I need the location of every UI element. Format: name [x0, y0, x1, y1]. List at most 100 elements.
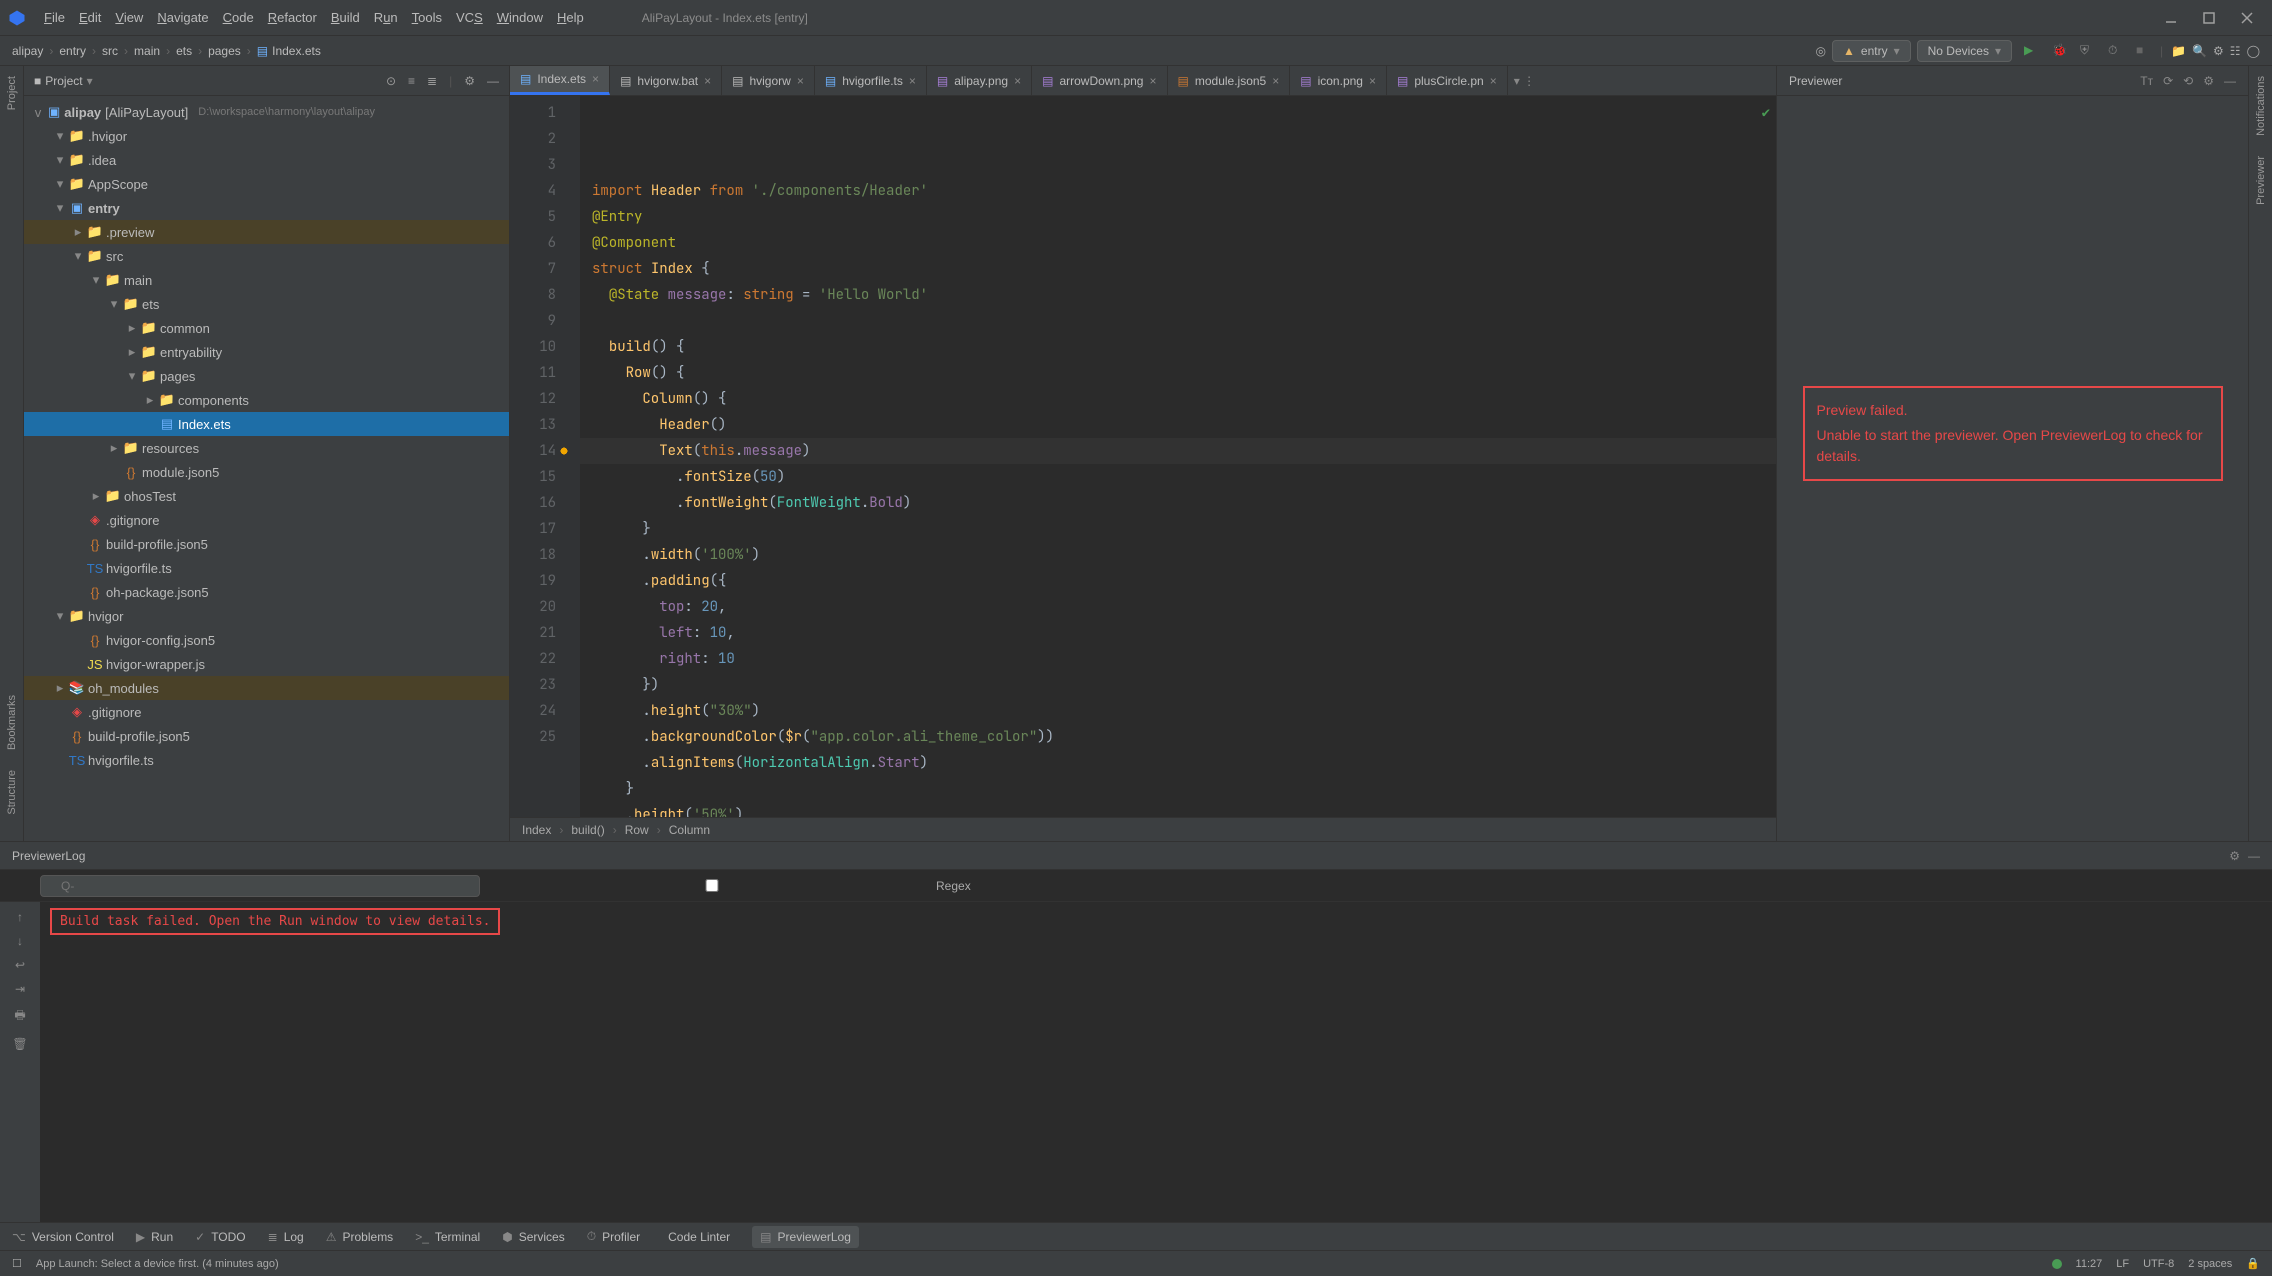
- print-icon[interactable]: 🖶: [14, 1006, 25, 1027]
- tree-node-build-profile-json5[interactable]: {}build-profile.json5: [24, 724, 509, 748]
- bottom-tab-services[interactable]: ⬢Services: [502, 1230, 565, 1244]
- tabs-overflow-icon[interactable]: ▾ ⋮: [1508, 66, 1541, 95]
- bottom-tab-version-control[interactable]: ⌥Version Control: [12, 1230, 114, 1244]
- lock-icon[interactable]: 🔒: [2246, 1257, 2260, 1270]
- bottom-tab-run[interactable]: ▶Run: [136, 1230, 173, 1244]
- bottom-tab-profiler[interactable]: ⏱Profiler: [587, 1229, 640, 1244]
- code-body[interactable]: ✔ import Header from './components/Heade…: [580, 96, 1776, 817]
- collapse-icon[interactable]: ≣: [427, 74, 437, 88]
- crumb-pages[interactable]: pages: [208, 44, 241, 58]
- menu-help[interactable]: Help: [557, 10, 584, 25]
- tree-node-oh-package-json5[interactable]: {}oh-package.json5: [24, 580, 509, 604]
- bottom-tab-problems[interactable]: ⚠Problems: [326, 1230, 393, 1244]
- device-dropdown[interactable]: No Devices ▾: [1917, 40, 2012, 62]
- settings-icon[interactable]: ⚙: [2213, 44, 2224, 58]
- menu-code[interactable]: Code: [223, 10, 254, 25]
- scroll-icon[interactable]: ⇥: [15, 982, 25, 996]
- intention-bulb-icon[interactable]: [558, 445, 570, 457]
- tab-module-json5[interactable]: ▤module.json5×: [1168, 66, 1291, 95]
- menu-window[interactable]: Window: [497, 10, 543, 25]
- crumb-src[interactable]: src: [102, 44, 118, 58]
- sync-icon[interactable]: ◎: [1816, 44, 1826, 58]
- tool-previewer[interactable]: Previewer: [2255, 152, 2267, 209]
- tool-structure[interactable]: Structure: [6, 766, 18, 819]
- bottom-tab-terminal[interactable]: >_Terminal: [415, 1230, 480, 1244]
- project-header-title[interactable]: ■Project▾: [34, 74, 378, 88]
- hide-icon[interactable]: —: [487, 74, 499, 88]
- stop-icon[interactable]: ■: [2136, 43, 2152, 59]
- close-icon[interactable]: ×: [1014, 74, 1021, 88]
- tree-node-appscope[interactable]: ▾📁AppScope: [24, 172, 509, 196]
- crumb-alipay[interactable]: alipay: [12, 44, 43, 58]
- ecrumb-row[interactable]: Row: [625, 823, 649, 837]
- bottom-tab-log[interactable]: ≣Log: [268, 1230, 304, 1244]
- tab-hvigorfile-ts[interactable]: ▤hvigorfile.ts×: [815, 66, 927, 95]
- crumb-main[interactable]: main: [134, 44, 160, 58]
- close-icon[interactable]: ×: [1149, 74, 1156, 88]
- tree-node--idea[interactable]: ▾📁.idea: [24, 148, 509, 172]
- log-content[interactable]: Build task failed. Open the Run window t…: [40, 902, 2272, 1222]
- menu-vcs[interactable]: VCS: [456, 10, 483, 25]
- close-icon[interactable]: ×: [909, 74, 916, 88]
- maximize-icon[interactable]: [2202, 11, 2216, 25]
- tab-alipay-png[interactable]: ▤alipay.png×: [927, 66, 1032, 95]
- menu-refactor[interactable]: Refactor: [268, 10, 317, 25]
- tab-hvigorw[interactable]: ▤hvigorw×: [722, 66, 815, 95]
- up-icon[interactable]: ↑: [17, 910, 23, 924]
- tree-node-entryability[interactable]: ▸📁entryability: [24, 340, 509, 364]
- encoding[interactable]: UTF-8: [2143, 1258, 2174, 1270]
- run-config-dropdown[interactable]: ▲ entry ▾: [1832, 40, 1911, 62]
- ecrumb-index[interactable]: Index: [522, 823, 551, 837]
- coverage-icon[interactable]: ⛨: [2080, 43, 2096, 59]
- ecrumb-column[interactable]: Column: [669, 823, 710, 837]
- tree-node-main[interactable]: ▾📁main: [24, 268, 509, 292]
- log-search-input[interactable]: [40, 875, 480, 897]
- close-icon[interactable]: [2240, 11, 2254, 25]
- project-root[interactable]: v ▣ alipay [AliPayLayout] D:\workspace\h…: [24, 100, 509, 124]
- tree-node--gitignore[interactable]: ◈.gitignore: [24, 700, 509, 724]
- tree-node-hvigor[interactable]: ▾📁hvigor: [24, 604, 509, 628]
- cursor-position[interactable]: 11:27: [2076, 1258, 2103, 1270]
- hide-icon[interactable]: —: [2248, 849, 2260, 863]
- tab-index-ets[interactable]: ▤Index.ets×: [510, 66, 610, 95]
- tree-node-oh_modules[interactable]: ▸📚oh_modules: [24, 676, 509, 700]
- gear-icon[interactable]: ⚙: [464, 74, 475, 88]
- refresh-icon[interactable]: ⟳: [2163, 74, 2173, 88]
- tree-node-hvigor-wrapper-js[interactable]: JShvigor-wrapper.js: [24, 652, 509, 676]
- tree-node-src[interactable]: ▾📁src: [24, 244, 509, 268]
- tree-node-components[interactable]: ▸📁components: [24, 388, 509, 412]
- menu-run[interactable]: Run: [374, 10, 398, 25]
- tree-node-hvigorfile-ts[interactable]: TShvigorfile.ts: [24, 556, 509, 580]
- account-icon[interactable]: ◯: [2247, 44, 2260, 58]
- gear-icon[interactable]: ⚙: [2229, 849, 2240, 863]
- tab-icon-png[interactable]: ▤icon.png×: [1290, 66, 1387, 95]
- bottom-tab-code-linter[interactable]: Code Linter: [662, 1230, 730, 1244]
- line-sep[interactable]: LF: [2116, 1258, 2129, 1270]
- menu-file[interactable]: File: [44, 10, 65, 25]
- tree-node--preview[interactable]: ▸📁.preview: [24, 220, 509, 244]
- tree-node-common[interactable]: ▸📁common: [24, 316, 509, 340]
- tool-project[interactable]: Project: [6, 72, 18, 114]
- run-icon[interactable]: ▶: [2024, 43, 2040, 59]
- hide-icon[interactable]: —: [2224, 74, 2236, 88]
- tree-node-pages[interactable]: ▾📁pages: [24, 364, 509, 388]
- tree-node-index-ets[interactable]: ▤Index.ets: [24, 412, 509, 436]
- crumb-entry[interactable]: entry: [59, 44, 86, 58]
- menu-edit[interactable]: Edit: [79, 10, 101, 25]
- folder-icon[interactable]: 📁: [2171, 44, 2186, 58]
- trash-icon[interactable]: 🗑: [12, 1037, 27, 1051]
- tool-notifications[interactable]: Notifications: [2255, 72, 2267, 140]
- minimize-icon[interactable]: [2164, 11, 2178, 25]
- close-icon[interactable]: ×: [797, 74, 804, 88]
- crumb-ets[interactable]: ets: [176, 44, 192, 58]
- tree-node-ohostest[interactable]: ▸📁ohosTest: [24, 484, 509, 508]
- code-editor[interactable]: 1234567891011121314151617181920212223242…: [510, 96, 1776, 817]
- tab-arrowdown-png[interactable]: ▤arrowDown.png×: [1032, 66, 1167, 95]
- profile-icon[interactable]: ⏱: [2108, 43, 2124, 59]
- debug-icon[interactable]: 🐞: [2052, 43, 2068, 59]
- close-icon[interactable]: ×: [1369, 74, 1376, 88]
- menu-tools[interactable]: Tools: [412, 10, 442, 25]
- project-tree[interactable]: v ▣ alipay [AliPayLayout] D:\workspace\h…: [24, 96, 509, 776]
- font-icon[interactable]: Tт: [2140, 74, 2153, 88]
- down-icon[interactable]: ↓: [17, 934, 23, 948]
